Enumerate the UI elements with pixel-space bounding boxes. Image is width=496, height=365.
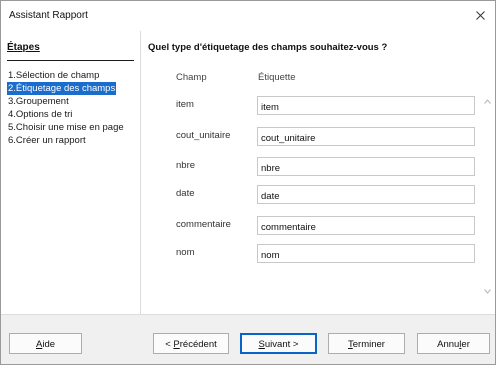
step-item-field-selection[interactable]: 1.Sélection de champ	[7, 69, 125, 82]
steps-panel: Étapes 1.Sélection de champ 2.Étiquetage…	[1, 31, 141, 314]
close-icon	[476, 11, 485, 20]
title-bar: Assistant Rapport	[1, 1, 495, 31]
field-name: item	[176, 99, 194, 110]
field-row: commentaire	[141, 216, 481, 238]
step-label-active: 2.Étiquetage des champs	[7, 82, 117, 95]
step-label: 3.Groupement	[8, 96, 69, 107]
close-button[interactable]	[465, 1, 495, 31]
help-label-post: ide	[42, 339, 56, 350]
step-item-sort-options[interactable]: 4.Options de tri	[7, 108, 125, 121]
column-header-label: Étiquette	[258, 72, 296, 83]
report-wizard-window: Assistant Rapport Étapes 1.Sélection de …	[0, 0, 496, 365]
field-label-input[interactable]	[257, 216, 475, 235]
field-label-input[interactable]	[257, 96, 475, 115]
field-row: item	[141, 96, 481, 118]
previous-label-post: récédent	[179, 339, 217, 350]
field-row: date	[141, 185, 481, 207]
field-labeling-panel: Quel type d'étiquetage des champs souhai…	[141, 31, 495, 314]
chevron-up-icon	[484, 99, 491, 104]
step-item-field-labeling[interactable]: 2.Étiquetage des champs	[7, 82, 125, 95]
step-label: 6.Créer un rapport	[8, 135, 86, 146]
help-button[interactable]: Aide	[9, 333, 82, 354]
field-name: nbre	[176, 160, 196, 171]
steps-heading: Étapes	[7, 42, 40, 53]
previous-button[interactable]: < Précédent	[153, 333, 229, 354]
cancel-label-post: er	[461, 339, 470, 350]
step-item-grouping[interactable]: 3.Groupement	[7, 95, 125, 108]
scroll-up-button[interactable]	[484, 96, 491, 107]
field-name: commentaire	[176, 219, 231, 230]
step-label: 5.Choisir une mise en page	[8, 122, 124, 133]
column-header-field: Champ	[176, 72, 207, 83]
next-button[interactable]: Suivant >	[240, 333, 317, 354]
window-title: Assistant Rapport	[9, 10, 88, 21]
next-label-post: uivant >	[264, 339, 299, 350]
field-name: cout_unitaire	[176, 130, 231, 141]
field-row: nbre	[141, 157, 481, 179]
field-label-input[interactable]	[257, 185, 475, 204]
field-label-input[interactable]	[257, 244, 475, 263]
field-name: date	[176, 188, 195, 199]
finish-label-post: erminer	[352, 339, 385, 350]
field-label-input[interactable]	[257, 157, 475, 176]
chevron-down-icon	[484, 289, 491, 294]
step-label: 4.Options de tri	[8, 109, 73, 120]
button-bar: Aide < Précédent Suivant > Terminer Annu…	[1, 314, 495, 364]
field-row: cout_unitaire	[141, 127, 481, 149]
page-question: Quel type d'étiquetage des champs souhai…	[148, 42, 388, 53]
field-row: nom	[141, 244, 481, 266]
cancel-label-pre: Annu	[437, 339, 460, 350]
step-item-create-report[interactable]: 6.Créer un rapport	[7, 134, 125, 147]
steps-separator	[7, 60, 134, 61]
field-name: nom	[176, 247, 195, 258]
field-label-input[interactable]	[257, 127, 475, 146]
step-item-layout[interactable]: 5.Choisir une mise en page	[7, 121, 125, 134]
steps-list: 1.Sélection de champ 2.Étiquetage des ch…	[7, 69, 125, 147]
finish-button[interactable]: Terminer	[328, 333, 405, 354]
step-label: 1.Sélection de champ	[8, 70, 100, 81]
scroll-down-button[interactable]	[484, 286, 491, 297]
cancel-button[interactable]: Annuler	[417, 333, 490, 354]
